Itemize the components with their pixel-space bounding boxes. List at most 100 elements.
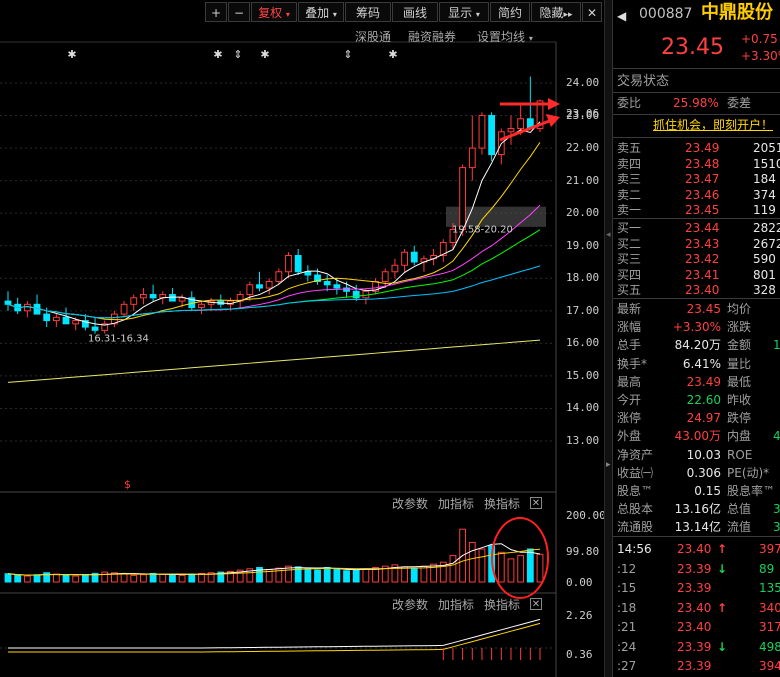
candle-body [4, 300, 12, 305]
volume-bar [188, 573, 196, 583]
tick-price: 23.40 [677, 542, 712, 556]
candle-body [410, 251, 418, 263]
bid-row[interactable]: 买四 23.41 801 [613, 267, 780, 284]
bid-row[interactable]: 买一 23.44 2822 [613, 220, 780, 237]
bid-row[interactable]: 买二 23.43 2672 [613, 236, 780, 253]
change-pct: +3.30% [741, 49, 780, 63]
macd-close-icon[interactable]: ✕ [530, 598, 542, 610]
collapse-left-icon[interactable]: ▸ [606, 460, 611, 470]
macd-axis-label: 0.36 [566, 648, 593, 661]
candle-body [294, 254, 302, 273]
volume-bar [362, 568, 370, 583]
candle-body [198, 303, 205, 309]
candle-body [517, 118, 525, 130]
volume-bar [333, 568, 341, 583]
vol-change-params-link[interactable]: 改参数 [392, 495, 428, 512]
dropdown-arrow-icon: ▾ [528, 34, 533, 43]
price-axis-label: 16.00 [566, 336, 600, 350]
volume-bar [33, 574, 41, 583]
kline-chart-area[interactable]: ✱ ✱ ⇕ ✱ ⇕ ✱ 19.58-20.20 16.31-16.34 $ + − 复权 ▾ 叠… [0, 0, 606, 677]
kline-svg[interactable]: ✱ ✱ ⇕ ✱ ⇕ ✱ 19.58-20.20 16.31-16.34 $ [0, 0, 604, 677]
rongzi-link[interactable]: 融资融券 [408, 28, 456, 45]
volume-bar [352, 569, 360, 583]
ask-row[interactable]: 卖一 23.45 119 [613, 202, 780, 219]
tick-time: :18 [617, 600, 637, 615]
ask-row[interactable]: 卖三 23.47 184 [613, 171, 780, 188]
open-account-ad-link[interactable]: 抓住机会，即刻开户！ [653, 117, 773, 134]
ask-row[interactable]: 卖五 23.49 2051 [613, 140, 780, 157]
ask-volume: 1510 [753, 156, 780, 171]
tick-row[interactable]: :12 23.39 ↓ 89 [613, 561, 780, 578]
macd-add-indicator-link[interactable]: 加指标 [438, 596, 474, 613]
set-ma-menu[interactable]: 设置均线 ▾ [477, 28, 533, 45]
tick-price: 23.39 [677, 581, 712, 595]
stat-row: 涨幅 +3.30% 涨跌 [613, 319, 780, 336]
xianshi-label: 显示 [448, 6, 473, 20]
tick-volume: 340 [759, 600, 780, 615]
range-high-label: 19.58-20.20 [452, 225, 513, 236]
bid-row[interactable]: 买五 23.40 328 [613, 282, 780, 299]
volume-bar [401, 566, 408, 583]
tick-row[interactable]: :27 23.39 394 [613, 658, 780, 675]
stat-value: 3 [773, 502, 780, 517]
chouma-button[interactable]: 筹码 [345, 2, 391, 22]
webi-value: 25.98% [673, 96, 719, 110]
tick-row[interactable]: :24 23.39 ↓ 498 [613, 639, 780, 656]
divider [613, 68, 780, 69]
candle-body [62, 316, 70, 325]
candle-body [120, 303, 128, 315]
tick-price: 23.40 [677, 600, 712, 615]
fuquan-menu[interactable]: 复权 ▾ [251, 2, 297, 22]
tick-row[interactable]: :15 23.39 135 [613, 580, 780, 597]
close-icon[interactable]: ✕ [582, 2, 602, 22]
bid-volume: 2672 [753, 236, 780, 251]
candle-body [391, 264, 399, 273]
stat-label: 今开 [617, 393, 642, 407]
xianshi-menu[interactable]: 显示 ▾ [439, 2, 489, 22]
huaxian-button[interactable]: 画线 [392, 2, 438, 22]
zoom-out-button[interactable]: − [228, 2, 250, 22]
ask-price: 23.49 [685, 141, 720, 155]
tick-row[interactable]: :21 23.40 317 [613, 619, 780, 636]
ask-row[interactable]: 卖四 23.48 1510 [613, 156, 780, 173]
divider [613, 218, 780, 219]
volume-bar [62, 574, 70, 583]
ask-row[interactable]: 卖二 23.46 374 [613, 187, 780, 204]
vol-switch-indicator-link[interactable]: 换指标 [484, 495, 520, 512]
weicha-label: 委差 [727, 96, 752, 110]
diejia-menu[interactable]: 叠加 ▾ [298, 2, 344, 22]
stat-value: 1 [773, 338, 780, 353]
tick-row[interactable]: 14:56 23.40 ↑ 397 [613, 541, 780, 558]
stat-value: 23.45 [686, 302, 721, 316]
stock-code: 000887 [639, 6, 693, 22]
tick-price: 23.39 [677, 659, 712, 673]
stat-value: 22.60 [686, 393, 721, 407]
vol-close-icon[interactable]: ✕ [530, 497, 542, 509]
candle-body [43, 313, 51, 322]
stat-label: 总手 [617, 338, 642, 353]
shengutong-link[interactable]: 深股通 [355, 28, 391, 45]
macd-change-params-link[interactable]: 改参数 [392, 596, 428, 613]
vol-axis-label: 200.00 [566, 509, 606, 522]
bid-row[interactable]: 买三 23.42 590 [613, 251, 780, 268]
back-arrow-icon[interactable]: ◀ [617, 8, 626, 25]
candle-body [178, 297, 186, 302]
ask-volume: 2051 [753, 141, 780, 155]
macd-switch-indicator-link[interactable]: 换指标 [484, 596, 520, 613]
collapse-top-icon[interactable]: ◂ [606, 230, 611, 240]
stat-value: 4 [773, 429, 780, 444]
stat-label: 均价 [727, 302, 752, 316]
zoom-in-button[interactable]: + [205, 2, 227, 22]
jianyue-button[interactable]: 简约 [490, 2, 530, 22]
dropdown-arrow-icon: ▾ [475, 10, 480, 19]
stat-label: 收益㈠ [617, 465, 654, 480]
price-axis-label: 21.00 [566, 173, 600, 187]
tick-row[interactable]: :18 23.40 ↑ 340 [613, 600, 780, 617]
bid-label: 买一 [617, 221, 642, 235]
vol-add-indicator-link[interactable]: 加指标 [438, 495, 474, 512]
ma60-line [7, 265, 541, 319]
event-marker: ✱ [67, 48, 76, 61]
yincang-button[interactable]: 隐藏▸▸ [531, 2, 581, 22]
volume-bar [169, 574, 176, 583]
range-low-label: 16.31-16.34 [88, 334, 149, 345]
